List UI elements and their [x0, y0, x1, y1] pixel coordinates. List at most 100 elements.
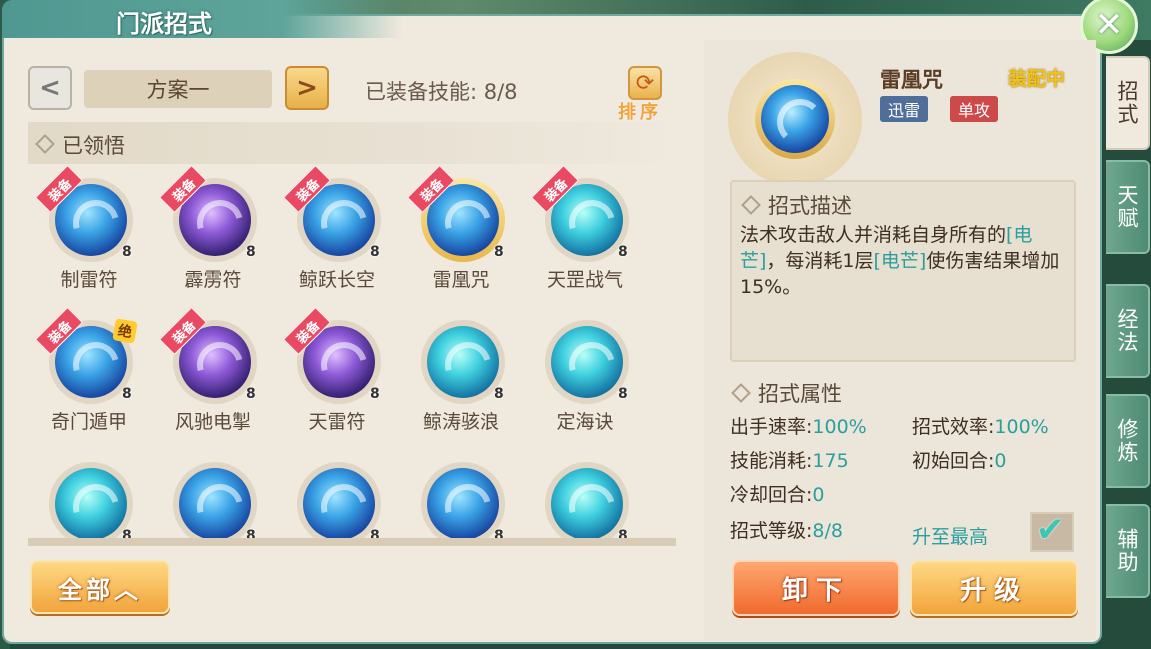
prev-scheme-button[interactable]: < — [28, 66, 72, 110]
skill-list-area: < 方案一 > 已装备技能: 8/8 ⟳ 排序 已领悟 装备 8 制雷符 装备 8 霹雳符… — [10, 40, 700, 640]
skill-name: 雷凰咒 — [880, 68, 943, 92]
skill-level: 8 — [618, 386, 628, 402]
scheme-name: 方案一 — [84, 70, 272, 108]
skill-slot[interactable]: 8 鲸涛骇浪 — [406, 306, 516, 436]
skill-slot[interactable]: 8 — [34, 448, 144, 544]
skill-ring — [421, 320, 505, 404]
tab-assist[interactable]: 辅助 — [1106, 504, 1150, 598]
attr-value: 175 — [812, 450, 849, 472]
window-title: 门派招式 — [116, 10, 212, 38]
skill-slot[interactable]: 装备 8 天雷符 — [282, 306, 392, 436]
skill-slot[interactable]: 装备 8 鲸跃长空 — [282, 164, 392, 294]
skill-slot[interactable]: 8 定海诀 — [530, 306, 640, 436]
skill-name: 鲸涛骇浪 — [422, 411, 499, 433]
attr-label: 冷却回合: — [730, 484, 813, 506]
skill-name: 天雷符 — [308, 411, 366, 433]
chevron-right-icon: > — [296, 73, 318, 103]
skill-slot[interactable]: 8 — [530, 448, 640, 544]
desc-part: 法术攻击敌人并消耗自身所有的 — [740, 224, 1007, 246]
skill-level: 8 — [618, 244, 628, 260]
skill-slot[interactable]: 8 — [282, 448, 392, 544]
skill-level: 8 — [618, 528, 628, 544]
description-title: 招式描述 — [768, 194, 852, 218]
skill-icon — [303, 468, 375, 538]
skill-slot[interactable]: 装备 8 霹雳符 — [158, 164, 268, 294]
tab-scripture[interactable]: 经法 — [1106, 284, 1150, 378]
equipped-status: 装配中 — [1008, 68, 1066, 90]
title-bar: 门派招式 — [2, 0, 402, 38]
tab-skills[interactable]: 招式 — [1106, 56, 1150, 150]
skill-name: 奇门遁甲 — [50, 411, 127, 433]
attr-value: 0 — [812, 484, 825, 506]
tag-speed: 迅雷 — [880, 96, 929, 122]
skill-slot[interactable]: 装备 8 制雷符 — [34, 164, 144, 294]
skill-detail-panel: 雷凰咒 装配中 迅雷 单攻 招式描述 法术攻击敌人并消耗自身所有的 [电芒]，每消… — [704, 40, 1096, 640]
attr-cost: 技能消耗:175 — [730, 446, 849, 473]
attr-label: 初始回合: — [912, 450, 995, 472]
skill-level: 8 — [494, 244, 504, 260]
learned-section-header: 已领悟 — [28, 122, 674, 164]
skill-name: 风驰电掣 — [174, 411, 251, 433]
thunder-phoenix-icon — [761, 85, 829, 153]
skill-level: 8 — [494, 386, 504, 402]
skill-ring — [173, 462, 257, 538]
sort-label: 排序 — [618, 102, 662, 123]
diamond-icon — [35, 134, 55, 154]
skill-slot[interactable]: 装备 8 风驰电掣 — [158, 306, 268, 436]
skill-ring — [545, 320, 629, 404]
upgrade-max-checkbox[interactable]: ✔ — [1030, 510, 1074, 552]
diamond-icon — [731, 383, 751, 403]
chevron-left-icon: < — [39, 73, 61, 103]
skill-slot[interactable]: 装备绝 8 奇门遁甲 — [34, 306, 144, 436]
skill-icon — [551, 468, 623, 538]
checkmark-icon: ✔ — [1036, 510, 1065, 550]
attr-value: 100% — [994, 416, 1049, 438]
selected-skill-ring — [755, 79, 835, 159]
desc-keyword: [电芒] — [873, 250, 927, 272]
desc-part: ，每消耗1层 — [766, 250, 874, 272]
attr-label: 招式效率: — [912, 416, 995, 438]
skill-grid: 装备 8 制雷符 装备 8 霹雳符 装备 8 鲸跃长空 装备 8 雷凰咒 装备 8 天罡战气 装备绝 8 奇门遁甲… — [28, 164, 676, 546]
sort-button[interactable]: ⟳ 排序 — [616, 66, 668, 126]
skill-level: 8 — [122, 386, 132, 402]
tab-cultivation[interactable]: 修炼 — [1106, 394, 1150, 488]
skill-name: 雷凰咒 — [432, 269, 490, 291]
next-scheme-button[interactable]: > — [285, 66, 329, 110]
attr-speed: 出手速率:100% — [730, 412, 867, 439]
skill-level: 8 — [122, 244, 132, 260]
attr-level: 招式等级:8/8 — [730, 516, 843, 543]
skill-name: 制雷符 — [60, 269, 118, 291]
skill-icon — [55, 468, 127, 538]
skill-ring — [421, 462, 505, 538]
upgrade-max-label: 升至最高 — [912, 526, 989, 548]
skill-slot[interactable]: 装备 8 雷凰咒 — [406, 164, 516, 294]
all-filter-button[interactable]: 全部︿ — [30, 560, 170, 614]
skill-level: 8 — [122, 528, 132, 544]
attr-value: 0 — [994, 450, 1007, 472]
attr-start-round: 初始回合:0 — [912, 446, 1007, 473]
skill-level: 8 — [494, 528, 504, 544]
skill-level: 8 — [370, 528, 380, 544]
skill-slot[interactable]: 8 — [406, 448, 516, 544]
attr-efficiency: 招式效率:100% — [912, 412, 1049, 439]
diamond-icon — [741, 195, 761, 215]
description-box: 招式描述 法术攻击敌人并消耗自身所有的[电芒]，每消耗1层[电芒]使伤害结果增加… — [730, 180, 1076, 362]
skill-ring — [545, 462, 629, 538]
tag-single-target: 单攻 — [950, 96, 999, 122]
attributes-title: 招式属性 — [758, 382, 842, 406]
attr-cooldown: 冷却回合:0 — [730, 480, 825, 507]
upgrade-button[interactable]: 升级 — [910, 560, 1078, 616]
attr-label: 招式等级: — [730, 520, 813, 542]
skill-name: 天罡战气 — [546, 269, 623, 291]
refresh-icon: ⟳ — [628, 66, 662, 100]
unload-button[interactable]: 卸下 — [732, 560, 900, 616]
close-icon: ✕ — [1094, 5, 1124, 45]
ultimate-badge: 绝 — [112, 318, 138, 344]
tab-talent[interactable]: 天赋 — [1106, 160, 1150, 254]
skill-icon — [179, 468, 251, 538]
skill-name: 定海诀 — [556, 411, 614, 433]
skill-level: 8 — [246, 244, 256, 260]
skill-slot[interactable]: 8 — [158, 448, 268, 538]
skill-slot[interactable]: 装备 8 天罡战气 — [530, 164, 640, 294]
attr-value: 100% — [812, 416, 867, 438]
